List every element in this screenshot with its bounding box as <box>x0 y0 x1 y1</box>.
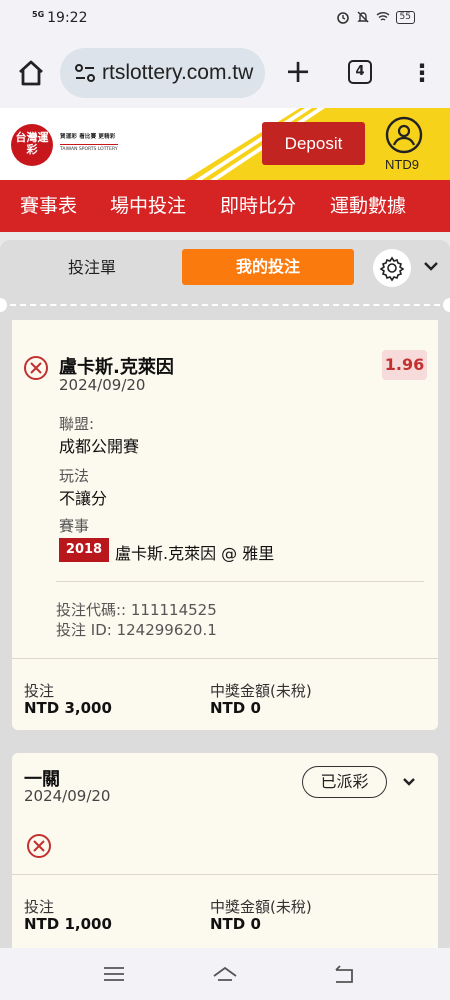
site-settings-icon[interactable] <box>72 60 98 86</box>
url-bar[interactable]: rtslottery.com.tw <box>60 48 265 98</box>
payout-label: 中獎金額(未稅) <box>210 898 312 916</box>
nav-item-live-betting[interactable]: 場中投注 <box>110 180 186 232</box>
nav-item-schedule[interactable]: 賽事表 <box>20 180 77 232</box>
nav-item-sports-data[interactable]: 運動數據 <box>330 180 406 232</box>
mute-icon <box>356 11 369 23</box>
wifi-icon <box>376 12 390 21</box>
league-value: 成都公開賽 <box>59 437 140 456</box>
bet-card: 盧卡斯.克萊因 2024/09/20 1.96 聯盟: 成都公開賽 玩法 不讓分… <box>12 320 438 730</box>
bet-card[interactable]: 一關 2024/09/20 已派彩 投注 NTD 1,000 中獎金額(未稅) … <box>12 753 438 948</box>
divider <box>12 874 438 875</box>
site-logo[interactable]: 台灣運彩 <box>11 124 53 166</box>
ticket-divider <box>0 298 450 312</box>
bet-panel-header: 投注單 我的投注 <box>0 240 450 300</box>
tab-my-bets[interactable]: 我的投注 <box>182 249 354 285</box>
status-bar: 5G 19:22 55 <box>0 0 450 38</box>
league-label: 聯盟: <box>59 415 95 433</box>
recents-icon[interactable] <box>101 962 127 986</box>
network-indicator: 5G <box>32 10 45 19</box>
browser-menu-button[interactable]: ⋮ <box>410 58 434 88</box>
logo-subtitle: TAIWAN SPORTS LOTTERY <box>60 144 118 152</box>
battery-indicator: 55 <box>395 10 415 24</box>
stake-label: 投注 <box>24 682 55 700</box>
payout-label: 中獎金額(未稅) <box>210 682 312 700</box>
chevron-down-icon[interactable] <box>401 773 417 789</box>
status-badge: 已派彩 <box>302 766 387 798</box>
stake-label: 投注 <box>24 898 55 916</box>
status-time-area: 5G 19:22 <box>32 10 88 26</box>
browser-toolbar: rtslottery.com.tw + 4 ⋮ <box>0 38 450 108</box>
bet-code: 投注代碼:: 111114525 <box>56 601 217 619</box>
main-nav: 賽事表 場中投注 即時比分 運動數據 <box>0 180 450 232</box>
divider <box>12 658 438 659</box>
payout-value: NTD 0 <box>210 915 261 933</box>
event-label: 賽事 <box>59 517 90 535</box>
back-icon[interactable] <box>330 962 356 986</box>
logo-slogan: 賀運彩 看比賽 更精彩 <box>60 134 116 140</box>
tab-bet-slip[interactable]: 投注單 <box>28 250 156 286</box>
market-value: 不讓分 <box>59 489 108 508</box>
new-tab-button[interactable]: + <box>283 54 313 88</box>
alarm-icon <box>336 12 349 24</box>
user-account-icon[interactable] <box>385 116 423 154</box>
event-year-tag: 2018 <box>59 538 109 562</box>
home-icon[interactable] <box>16 58 46 88</box>
stake-value: NTD 1,000 <box>24 915 112 933</box>
nav-item-live-scores[interactable]: 即時比分 <box>220 180 296 232</box>
divider <box>56 581 424 582</box>
site-header: 台灣運彩 賀運彩 看比賽 更精彩 TAIWAN SPORTS LOTTERY D… <box>0 108 450 180</box>
chevron-down-icon[interactable] <box>421 256 441 276</box>
url-text: rtslottery.com.tw <box>102 61 254 84</box>
system-nav-bar <box>0 948 450 1000</box>
selection-date: 2024/09/20 <box>59 376 146 394</box>
lost-x-icon <box>24 356 48 380</box>
bet-date: 2024/09/20 <box>24 787 111 805</box>
market-label: 玩法 <box>59 467 90 485</box>
lost-x-icon <box>27 834 51 858</box>
event-name: 盧卡斯.克萊因 @ 雅里 <box>115 544 275 563</box>
bet-id: 投注 ID: 124299620.1 <box>56 621 217 639</box>
payout-value: NTD 0 <box>210 699 261 717</box>
status-icons: 55 <box>336 10 415 24</box>
account-balance: NTD9 <box>385 157 419 172</box>
gear-icon <box>379 256 405 282</box>
stake-value: NTD 3,000 <box>24 699 112 717</box>
status-time: 19:22 <box>47 10 88 26</box>
home-nav-icon[interactable] <box>212 962 238 986</box>
tab-count-button[interactable]: 4 <box>348 60 372 84</box>
odds-badge: 1.96 <box>382 350 427 380</box>
settings-button[interactable] <box>373 249 411 287</box>
deposit-button[interactable]: Deposit <box>262 122 365 165</box>
